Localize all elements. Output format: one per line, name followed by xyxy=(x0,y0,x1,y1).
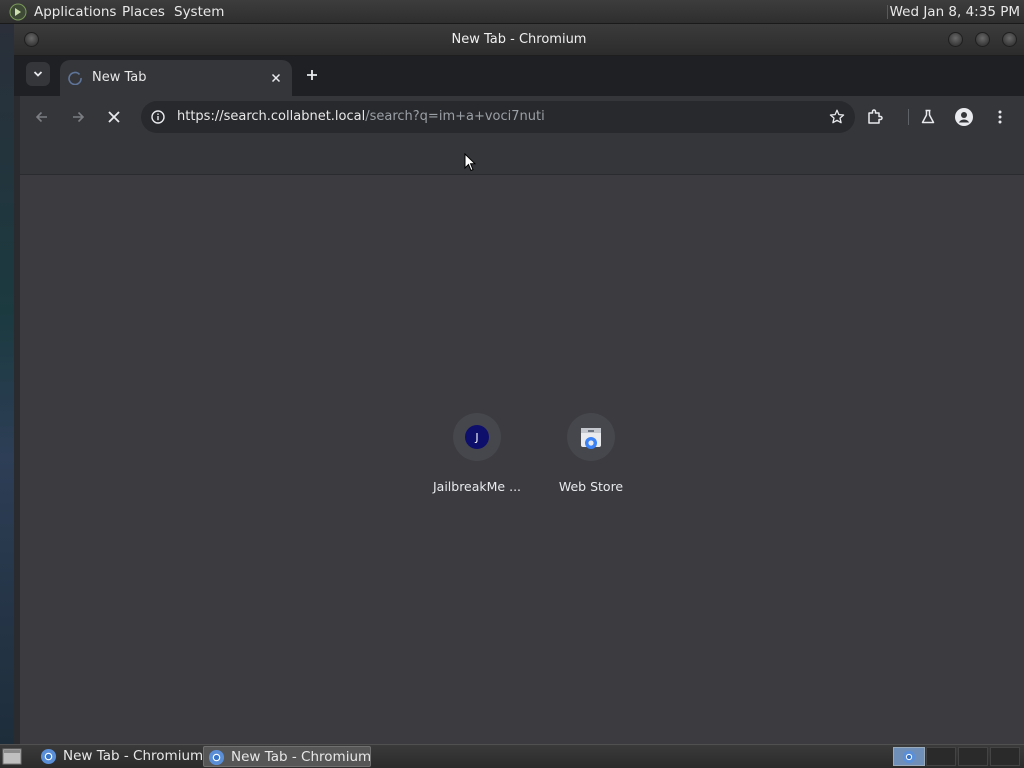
chevron-down-icon xyxy=(33,71,43,77)
window-title: New Tab - Chromium xyxy=(451,32,587,47)
forward-button[interactable] xyxy=(66,105,90,129)
stop-x-icon xyxy=(108,111,120,123)
tab-strip: New Tab xyxy=(14,56,1024,96)
chromium-icon xyxy=(208,749,225,766)
bookmark-star-icon[interactable] xyxy=(828,108,846,126)
browser-menu-button[interactable] xyxy=(988,105,1012,129)
tab-search-button[interactable] xyxy=(26,62,50,86)
maximize-button[interactable] xyxy=(975,32,990,47)
top-panel: Applications Places System Wed Jan 8, 4:… xyxy=(0,0,1024,24)
bookmarks-bar xyxy=(20,138,1024,175)
show-desktop-icon[interactable] xyxy=(2,748,22,765)
browser-window: New Tab - Chromium New Tab https://searc… xyxy=(14,24,1024,744)
labs-button[interactable] xyxy=(916,105,940,129)
workspace-3[interactable] xyxy=(958,747,988,766)
browser-toolbar: https://search.collabnet.local/search?q=… xyxy=(20,96,1024,138)
shortcut-web-store[interactable]: Web Store xyxy=(535,413,647,503)
tab-close-button[interactable] xyxy=(268,70,284,86)
back-button[interactable] xyxy=(30,105,54,129)
applications-menu[interactable]: Applications xyxy=(34,4,116,20)
distro-logo-icon[interactable] xyxy=(9,3,27,21)
workspace-1[interactable] xyxy=(893,747,925,766)
web-store-icon xyxy=(581,428,601,449)
panel-separator xyxy=(887,5,888,19)
system-menu[interactable]: System xyxy=(174,4,224,20)
letter-favicon-icon: J xyxy=(465,425,489,449)
flask-icon xyxy=(921,109,935,124)
tab-new-tab[interactable]: New Tab xyxy=(60,60,292,96)
places-menu[interactable]: Places xyxy=(122,4,165,20)
close-icon xyxy=(271,73,281,83)
taskbar-window-label: New Tab - Chromium xyxy=(231,749,372,765)
minimize-button[interactable] xyxy=(948,32,963,47)
new-tab-page: J JailbreakMe ... Web Store xyxy=(20,175,1024,744)
arrow-right-icon xyxy=(73,111,85,123)
stop-loading-button[interactable] xyxy=(102,105,126,129)
shortcut-icon-circle: J xyxy=(453,413,501,461)
three-dots-vertical-icon xyxy=(998,110,1002,124)
loading-spinner-icon xyxy=(68,71,82,85)
shortcut-jailbreakme[interactable]: J JailbreakMe ... xyxy=(421,413,533,503)
mouse-pointer-icon xyxy=(464,153,476,172)
url-text[interactable]: https://search.collabnet.local/search?q=… xyxy=(177,109,545,124)
clock[interactable]: Wed Jan 8, 4:35 PM xyxy=(890,4,1020,20)
shortcut-label: Web Store xyxy=(558,479,624,494)
url-host: https://search.collabnet.local xyxy=(177,109,366,124)
taskbar-window-2[interactable]: New Tab - Chromium xyxy=(203,746,371,767)
shortcut-icon-circle xyxy=(567,413,615,461)
toolbar-divider xyxy=(908,109,909,125)
address-bar[interactable]: https://search.collabnet.local/search?q=… xyxy=(141,101,855,133)
profile-avatar-icon xyxy=(955,108,973,126)
workspace-4[interactable] xyxy=(990,747,1020,766)
extensions-button[interactable] xyxy=(863,105,887,129)
site-info-icon[interactable] xyxy=(150,109,166,125)
taskbar-window-1[interactable]: New Tab - Chromium xyxy=(36,746,203,767)
close-window-button[interactable] xyxy=(1002,32,1017,47)
chromium-icon xyxy=(40,748,57,765)
desktop-background xyxy=(0,24,14,744)
arrow-left-icon xyxy=(35,111,47,123)
taskbar-window-label: New Tab - Chromium xyxy=(63,748,204,764)
workspace-2[interactable] xyxy=(926,747,956,766)
window-titlebar[interactable]: New Tab - Chromium xyxy=(14,24,1024,56)
url-path: /search?q=im+a+voci7nuti xyxy=(365,109,545,124)
chromium-icon xyxy=(902,750,916,763)
puzzle-piece-icon xyxy=(868,109,883,124)
plus-icon xyxy=(307,70,317,80)
shortcut-label: JailbreakMe ... xyxy=(432,479,522,494)
profile-button[interactable] xyxy=(952,105,976,129)
tab-title: New Tab xyxy=(92,70,147,85)
bottom-taskbar: New Tab - Chromium New Tab - Chromium xyxy=(0,744,1024,768)
new-tab-button[interactable] xyxy=(299,62,325,88)
